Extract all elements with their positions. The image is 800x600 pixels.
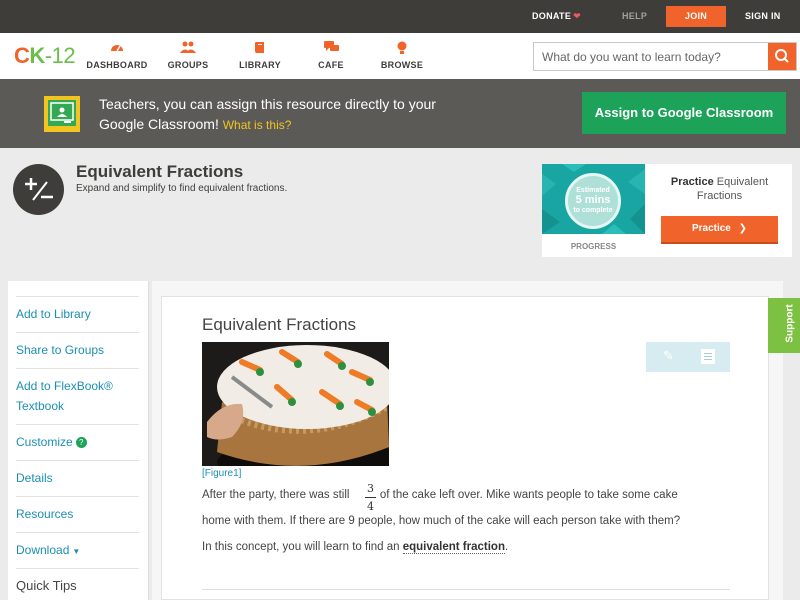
banner-text: Teachers, you can assign this resource d… xyxy=(99,94,459,135)
assign-to-google-classroom-button[interactable]: Assign to Google Classroom xyxy=(582,92,786,134)
practice-button-label: Practice xyxy=(691,223,731,234)
download-link[interactable]: Download ▼ xyxy=(16,532,139,568)
logo-c: C xyxy=(14,43,30,68)
nav-dashboard-label: DASHBOARD xyxy=(86,60,148,70)
nav-dashboard[interactable]: DASHBOARD xyxy=(81,41,153,70)
logo-12: -12 xyxy=(44,43,76,68)
nav-cafe[interactable]: CAFE xyxy=(295,41,367,70)
sign-in-link[interactable]: SIGN IN xyxy=(745,0,781,33)
nav-groups-label: GROUPS xyxy=(167,60,209,70)
practice-button[interactable]: Practice ❯ xyxy=(661,216,778,244)
practice-card: Estimated 5 mins to complete PROGRESS Pr… xyxy=(542,164,792,257)
logo-k: K xyxy=(29,43,45,68)
to-complete-label: to complete xyxy=(573,207,613,214)
main-nav: CK-12 DASHBOARD GROUPS LIBRARY CAFE BROW… xyxy=(0,33,800,79)
paragraph-1-start: After the party, there was still xyxy=(202,489,350,501)
practice-graphic: Estimated 5 mins to complete xyxy=(542,164,645,234)
download-label: Download xyxy=(16,543,70,557)
concept-subtitle: Expand and simplify to find equivalent f… xyxy=(76,183,288,194)
fraction-three-fourths: 3 4 xyxy=(364,482,377,513)
nav-browse[interactable]: BROWSE xyxy=(366,41,438,70)
support-label: Support xyxy=(784,304,796,343)
nav-library[interactable]: LIBRARY xyxy=(224,41,296,70)
nav-library-label: LIBRARY xyxy=(239,60,281,70)
donate-label: DONATE xyxy=(532,11,572,21)
support-tab[interactable]: Support xyxy=(768,298,800,353)
cafe-icon xyxy=(295,41,367,57)
help-icon[interactable]: ? xyxy=(75,437,87,448)
article-title: Equivalent Fractions xyxy=(202,315,357,334)
fraction-denominator: 4 xyxy=(367,500,374,513)
dashboard-icon xyxy=(81,41,153,57)
paragraph-1-line-2: home with them. If there are 9 people, h… xyxy=(202,515,681,527)
paragraph-2: In this concept, you will learn to find … xyxy=(202,541,509,554)
google-classroom-banner: Teachers, you can assign this resource d… xyxy=(0,79,800,148)
add-to-library-link[interactable]: Add to Library xyxy=(16,296,139,332)
search-button[interactable] xyxy=(768,43,796,70)
content-divider xyxy=(202,589,730,590)
equivalent-fraction-term[interactable]: equivalent fraction xyxy=(402,541,505,554)
nav-cafe-label: CAFE xyxy=(318,60,344,70)
progress-label: PROGRESS xyxy=(570,242,617,251)
donate-link[interactable]: DONATE ❤ xyxy=(532,0,581,33)
paragraph-2-start: In this concept, you will learn to find … xyxy=(202,541,400,553)
share-to-groups-link[interactable]: Share to Groups xyxy=(16,332,139,368)
heart-icon: ❤ xyxy=(573,11,581,21)
join-button[interactable]: JOIN xyxy=(666,6,726,27)
cake-image xyxy=(202,342,389,466)
ck12-logo[interactable]: CK-12 xyxy=(14,43,76,69)
customize-label: Customize xyxy=(16,435,73,449)
google-classroom-icon xyxy=(44,96,80,132)
customize-link[interactable]: Customize? xyxy=(16,424,139,460)
add-to-flexbook-link[interactable]: Add to FlexBook® Textbook xyxy=(16,368,139,424)
groups-icon xyxy=(152,41,224,57)
estimated-minutes: 5 mins xyxy=(575,194,611,206)
search-input[interactable] xyxy=(534,43,768,70)
plus-minus-icon xyxy=(13,164,64,215)
paragraph-1-end: of the cake left over. Mike wants people… xyxy=(379,489,678,501)
left-action-panel: Add to Library Share to Groups Add to Fl… xyxy=(8,281,149,600)
fraction-bar xyxy=(365,497,376,498)
top-utility-bar: DONATE ❤ HELP JOIN SIGN IN xyxy=(0,0,800,33)
help-link[interactable]: HELP xyxy=(622,0,647,33)
article-tools: ✎ xyxy=(646,342,730,372)
pencil-icon[interactable]: ✎ xyxy=(663,348,674,364)
nav-groups[interactable]: GROUPS xyxy=(152,41,224,70)
caret-down-icon: ▼ xyxy=(72,547,81,556)
what-is-this-link[interactable]: What is this? xyxy=(223,118,292,132)
chevron-right-icon: ❯ xyxy=(738,223,748,234)
estimated-time-badge: Estimated 5 mins to complete xyxy=(565,173,621,229)
figure-link[interactable]: [Figure1] xyxy=(202,468,241,479)
notes-icon[interactable] xyxy=(701,349,715,364)
search-box xyxy=(533,42,797,71)
browse-icon xyxy=(366,41,438,57)
resources-link[interactable]: Resources xyxy=(16,496,139,532)
search-icon xyxy=(775,49,789,63)
library-icon xyxy=(224,41,296,57)
paragraph-2-end: . xyxy=(504,541,509,553)
practice-title-bold: Practice xyxy=(670,176,714,188)
details-link[interactable]: Details xyxy=(16,460,139,496)
nav-browse-label: BROWSE xyxy=(380,60,424,70)
paragraph-1-line-1: After the party, there was still of the … xyxy=(202,489,678,501)
fraction-numerator: 3 xyxy=(367,482,374,495)
practice-title: Practice Equivalent Fractions xyxy=(652,175,787,203)
concept-title: Equivalent Fractions xyxy=(76,162,244,181)
quick-tips-heading[interactable]: Quick Tips xyxy=(16,568,139,600)
